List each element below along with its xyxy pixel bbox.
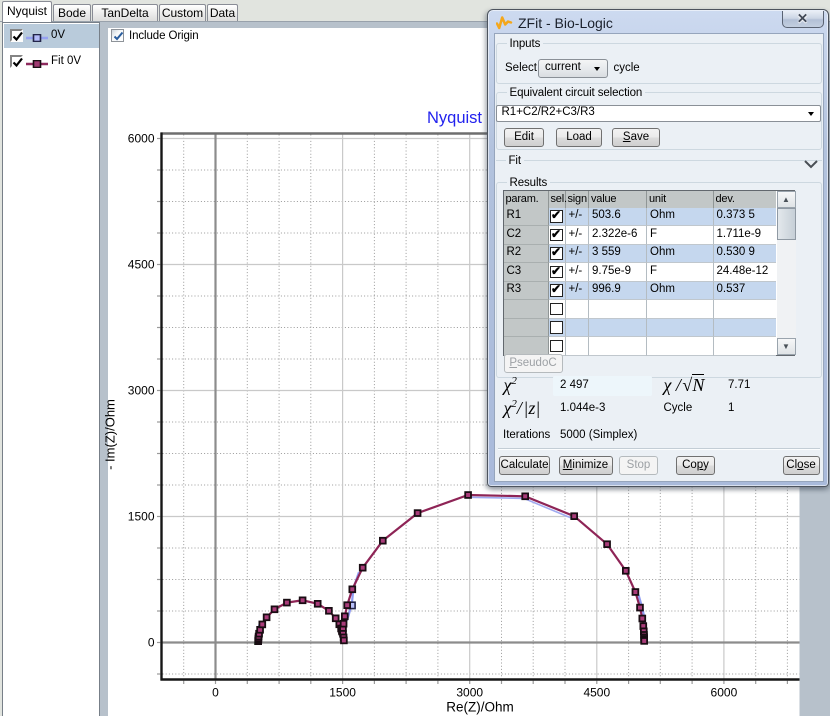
svg-text:3000: 3000 [456, 686, 483, 700]
svg-text:0: 0 [148, 636, 155, 650]
svg-text:6000: 6000 [711, 686, 738, 700]
svg-text:4500: 4500 [583, 686, 610, 700]
svg-text:3000: 3000 [128, 384, 155, 398]
svg-text:1500: 1500 [329, 686, 356, 700]
svg-text:Re(Z)/Ohm: Re(Z)/Ohm [446, 700, 514, 715]
svg-text:- Im(Z)/Ohm: - Im(Z)/Ohm [103, 399, 118, 470]
svg-text:4500: 4500 [128, 258, 155, 272]
svg-text:1500: 1500 [128, 510, 155, 524]
svg-text:6000: 6000 [128, 132, 155, 146]
svg-text:0: 0 [212, 686, 219, 700]
